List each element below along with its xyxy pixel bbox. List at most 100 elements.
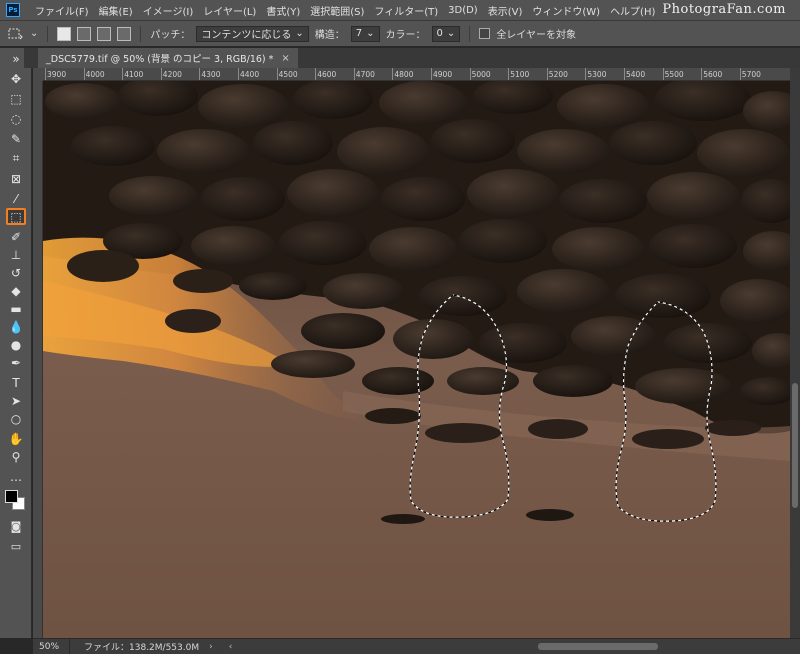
menu-bar: Ps ファイル(F) 編集(E) イメージ(I) レイヤー(L) 書式(Y) 選… bbox=[0, 0, 800, 21]
shape-tool-icon[interactable]: ○ bbox=[6, 410, 26, 427]
status-menu-arrow-icon[interactable]: › bbox=[209, 642, 213, 652]
ruler-tick-label: 5300 bbox=[587, 70, 607, 79]
ruler-tick-mark bbox=[122, 68, 124, 80]
gradient-tool-icon[interactable]: ▬ bbox=[6, 300, 26, 317]
close-icon[interactable]: × bbox=[281, 53, 289, 64]
tool-preset-icon[interactable] bbox=[6, 25, 24, 43]
ruler-tick-label: 4700 bbox=[355, 70, 375, 79]
ruler-tick-label: 4100 bbox=[124, 70, 144, 79]
ruler-tick-mark bbox=[431, 68, 432, 80]
path-select-tool-icon[interactable]: ➤ bbox=[6, 392, 26, 409]
screen-mode-icon[interactable]: ▭ bbox=[6, 538, 26, 555]
menu-select[interactable]: 選択範囲(S) bbox=[305, 3, 369, 18]
menu-help[interactable]: ヘルプ(H) bbox=[605, 3, 660, 18]
frame-tool-icon[interactable]: ⊠ bbox=[6, 170, 26, 187]
ruler-tick-label: 5200 bbox=[548, 70, 568, 79]
ruler-tick-label: 4500 bbox=[278, 70, 298, 79]
ruler-tick-label: 4000 bbox=[85, 70, 105, 79]
zoom-tool-icon[interactable]: ⚲ bbox=[6, 448, 26, 465]
lasso-tool-icon[interactable]: ◌ bbox=[6, 110, 26, 127]
crop-tool-icon[interactable]: ⌗ bbox=[6, 150, 26, 167]
ruler-horizontal: 3900 4000 4100 4200 4300 4400 4500 4600 4700 4800… bbox=[43, 68, 790, 81]
ruler-tick-mark bbox=[624, 68, 625, 80]
ruler-tick-mark bbox=[585, 68, 587, 80]
ruler-tick-mark bbox=[546, 68, 548, 80]
brush-tool-icon[interactable]: ✐ bbox=[6, 228, 26, 245]
file-info: ファイル：138.2M/553.0M bbox=[84, 643, 200, 653]
scroll-left-arrow-icon[interactable]: ‹ bbox=[229, 642, 233, 652]
options-bar: ⌄ パッチ： コンテンツに応じる ⌄ 構造： 7 ⌄ カラー： 0 ⌄ 全レイヤ… bbox=[0, 21, 800, 47]
ruler-vertical bbox=[33, 81, 43, 638]
chevron-down-icon: ⌄ bbox=[446, 28, 456, 39]
zoom-level[interactable]: 50% bbox=[33, 638, 71, 654]
document-tab-bar: _DSC5779.tif @ 50% (背景 のコピー 3, RGB/16) *… bbox=[24, 48, 800, 68]
all-layers-checkbox[interactable] bbox=[479, 28, 491, 39]
foreground-color-swatch[interactable] bbox=[5, 490, 18, 503]
ruler-tick-label: 5400 bbox=[626, 70, 646, 79]
structure-value: 7 bbox=[355, 28, 363, 39]
dodge-tool-icon[interactable]: ● bbox=[6, 336, 26, 353]
patch-dropdown[interactable]: コンテンツに応じる ⌄ bbox=[196, 25, 309, 42]
ruler-tick-mark bbox=[83, 68, 85, 80]
ruler-tick-mark bbox=[662, 68, 664, 80]
move-tool-icon[interactable]: ✥ bbox=[6, 70, 26, 87]
chevron-down-icon: ⌄ bbox=[366, 28, 375, 39]
menu-edit[interactable]: 編集(E) bbox=[94, 3, 138, 18]
menu-image[interactable]: イメージ(I) bbox=[138, 3, 199, 18]
divider bbox=[47, 25, 49, 42]
type-tool-icon[interactable]: T bbox=[6, 374, 26, 391]
intersect-selection-button[interactable] bbox=[117, 26, 132, 41]
patch-value: コンテンツに応じる bbox=[201, 30, 292, 41]
ruler-tick-mark bbox=[238, 68, 239, 80]
document-tab[interactable]: _DSC5779.tif @ 50% (背景 のコピー 3, RGB/16) *… bbox=[38, 48, 298, 68]
patch-tool-icon[interactable]: ⬚ bbox=[6, 208, 26, 225]
toolbar: » ✥ ⬚ ◌ ✎ ⌗ ⊠ ⁄ ⬚ ✐ ⊥ ↺ ◆ ▬ 💧 ● ✒ T ➤ ○ ✋ ⚲… ◙ ▭ bbox=[0, 48, 32, 638]
photoshop-logo-icon[interactable]: Ps bbox=[6, 3, 20, 17]
pen-tool-icon[interactable]: ✒ bbox=[6, 354, 26, 371]
ruler-tick-label: 4200 bbox=[162, 70, 182, 79]
menu-3d[interactable]: 3D(D) bbox=[443, 5, 483, 16]
quick-mask-icon[interactable]: ◙ bbox=[6, 518, 26, 535]
vertical-scroll-thumb[interactable] bbox=[792, 383, 798, 508]
vertical-scrollbar[interactable] bbox=[790, 68, 800, 638]
ruler-tick-mark bbox=[315, 68, 317, 80]
document-title: _DSC5779.tif @ 50% (背景 のコピー 3, RGB/16) * bbox=[46, 54, 274, 65]
tool-preset-chevron-icon[interactable]: ⌄ bbox=[30, 28, 38, 39]
stamp-tool-icon[interactable]: ⊥ bbox=[6, 246, 26, 263]
subtract-selection-button[interactable] bbox=[97, 26, 112, 41]
history-brush-tool-icon[interactable]: ↺ bbox=[6, 264, 26, 281]
more-tools-icon[interactable]: … bbox=[6, 468, 26, 485]
ruler-tick-label: 5100 bbox=[510, 70, 530, 79]
hand-tool-icon[interactable]: ✋ bbox=[6, 430, 26, 447]
toolbar-collapse-icon[interactable]: » bbox=[6, 50, 26, 67]
ruler-tick-label: 5500 bbox=[664, 70, 684, 79]
status-bar: 50% ファイル：138.2M/553.0M › ‹ bbox=[33, 638, 800, 654]
menu-window[interactable]: ウィンドウ(W) bbox=[527, 3, 605, 18]
menu-file[interactable]: ファイル(F) bbox=[30, 3, 94, 18]
all-layers-label: 全レイヤーを対象 bbox=[496, 30, 577, 41]
menu-type[interactable]: 書式(Y) bbox=[261, 3, 305, 18]
structure-dropdown[interactable]: 7 ⌄ bbox=[350, 25, 380, 42]
add-selection-button[interactable] bbox=[77, 26, 92, 41]
ruler-tick-mark bbox=[508, 68, 510, 80]
ruler-tick-mark bbox=[45, 68, 46, 80]
menu-layer[interactable]: レイヤー(L) bbox=[198, 3, 261, 18]
color-dropdown[interactable]: 0 ⌄ bbox=[431, 25, 461, 42]
document-canvas[interactable] bbox=[43, 81, 790, 638]
menu-filter[interactable]: フィルター(T) bbox=[369, 3, 443, 18]
blur-tool-icon[interactable]: 💧 bbox=[6, 318, 26, 335]
menu-view[interactable]: 表示(V) bbox=[483, 3, 528, 18]
eyedropper-tool-icon[interactable]: ⁄ bbox=[6, 190, 26, 207]
marquee-tool-icon[interactable]: ⬚ bbox=[6, 90, 26, 107]
quick-select-tool-icon[interactable]: ✎ bbox=[6, 130, 26, 147]
ruler-tick-label: 5000 bbox=[471, 70, 491, 79]
eraser-tool-icon[interactable]: ◆ bbox=[6, 282, 26, 299]
horizontal-scroll-thumb[interactable] bbox=[538, 643, 658, 650]
patch-label: パッチ： bbox=[150, 30, 191, 41]
ruler-tick-mark bbox=[739, 68, 741, 80]
ruler-tick-label: 4800 bbox=[394, 70, 414, 79]
ruler-tick-label: 4900 bbox=[433, 70, 453, 79]
new-selection-button[interactable] bbox=[57, 26, 72, 41]
chevron-down-icon: ⌄ bbox=[295, 28, 304, 39]
ruler-tick-mark bbox=[469, 68, 471, 80]
